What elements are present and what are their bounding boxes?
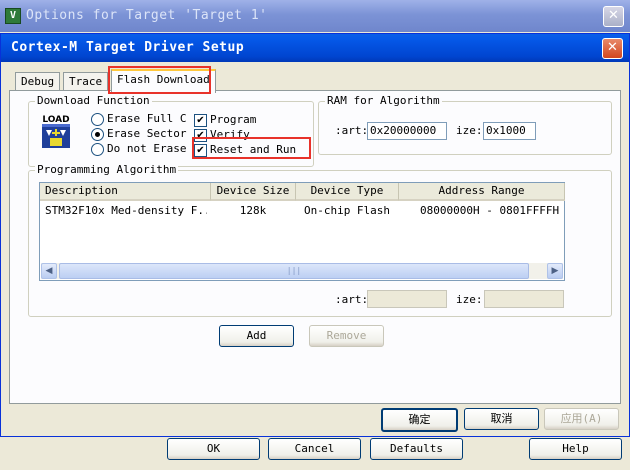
do-not-erase-radio[interactable] <box>91 143 104 156</box>
tab-debug[interactable]: Debug <box>15 72 61 91</box>
column-header-description[interactable]: Description <box>40 183 211 201</box>
algorithm-size-field[interactable] <box>484 290 564 308</box>
cancel-button[interactable]: Cancel <box>268 438 361 460</box>
highlight-box <box>192 137 311 159</box>
close-icon[interactable]: ✕ <box>602 38 623 59</box>
address-range-cell: 08000000H - 0801FFFFH <box>420 204 560 217</box>
description-cell: STM32F10x Med-density F... <box>45 204 207 217</box>
help-button[interactable]: Help <box>529 438 622 460</box>
ram-size-field[interactable]: 0x1000 <box>483 122 536 140</box>
highlight-box <box>108 66 211 94</box>
options-window-titlebar: V Options for Target 'Target 1' ✕ <box>0 0 630 32</box>
scroll-right-icon[interactable]: ▶ <box>547 263 563 279</box>
do-not-erase-label: Do not Erase <box>107 142 187 155</box>
erase-sector-radio[interactable] <box>91 128 104 141</box>
apply-button[interactable]: 应用(A) <box>544 408 619 430</box>
column-header-address-range[interactable]: Address Range <box>399 183 565 201</box>
close-icon[interactable]: ✕ <box>603 6 624 27</box>
group-label: RAM for Algorithm <box>325 94 442 107</box>
defaults-button[interactable]: Defaults <box>370 438 463 460</box>
cancel-button[interactable]: 取消 <box>464 408 539 430</box>
options-window-button-bar: OK Cancel Defaults Help <box>0 434 630 470</box>
group-label: Download Function <box>35 94 152 107</box>
erase-full-chip-label: Erase Full C <box>107 112 187 125</box>
ram-start-label: :art: <box>335 124 369 137</box>
erase-full-chip-radio[interactable] <box>91 113 104 126</box>
dialog-title: Cortex-M Target Driver Setup <box>11 40 245 55</box>
column-header-device-type[interactable]: Device Type <box>296 183 399 201</box>
group-label: Programming Algorithm <box>35 163 179 176</box>
remove-button[interactable]: Remove <box>309 325 384 347</box>
dialog-titlebar: Cortex-M Target Driver Setup ✕ <box>1 34 629 62</box>
program-label: Program <box>210 113 257 126</box>
algorithm-start-field[interactable] <box>367 290 447 308</box>
program-checkbox[interactable]: ✔ <box>194 114 207 127</box>
device-size-cell: 128k <box>239 204 267 217</box>
algorithm-list[interactable]: Description Device Size Device Type Addr… <box>39 182 565 281</box>
algorithm-start-label: :art: <box>335 293 369 306</box>
scroll-left-icon[interactable]: ◀ <box>41 263 57 279</box>
target-driver-setup-dialog: Cortex-M Target Driver Setup ✕ Debug Tra… <box>0 33 630 437</box>
erase-sector-label: Erase Sector <box>107 127 187 140</box>
ram-size-label: ize: <box>456 124 483 137</box>
add-button[interactable]: Add <box>219 325 294 347</box>
app-icon: V <box>5 8 21 24</box>
ok-button[interactable]: OK <box>167 438 260 460</box>
load-icon-text: LOAD <box>42 115 69 125</box>
ram-for-algorithm-group: RAM for Algorithm :art: 0x20000000 ize: … <box>318 94 612 155</box>
tab-trace[interactable]: Trace <box>63 72 109 91</box>
ram-start-field[interactable]: 0x20000000 <box>367 122 447 140</box>
load-icon: LOAD <box>39 114 73 150</box>
options-window-title: Options for Target 'Target 1' <box>26 8 268 23</box>
scroll-thumb[interactable]: ||| <box>59 263 529 279</box>
algorithm-size-label: ize: <box>456 293 483 306</box>
table-row[interactable]: STM32F10x Med-density F... 128k On-chip … <box>40 201 564 219</box>
column-header-device-size[interactable]: Device Size <box>211 183 296 201</box>
device-type-cell: On-chip Flash <box>303 204 391 217</box>
horizontal-scrollbar[interactable]: ◀ ||| ▶ <box>41 263 563 279</box>
confirm-button[interactable]: 确定 <box>381 408 458 432</box>
